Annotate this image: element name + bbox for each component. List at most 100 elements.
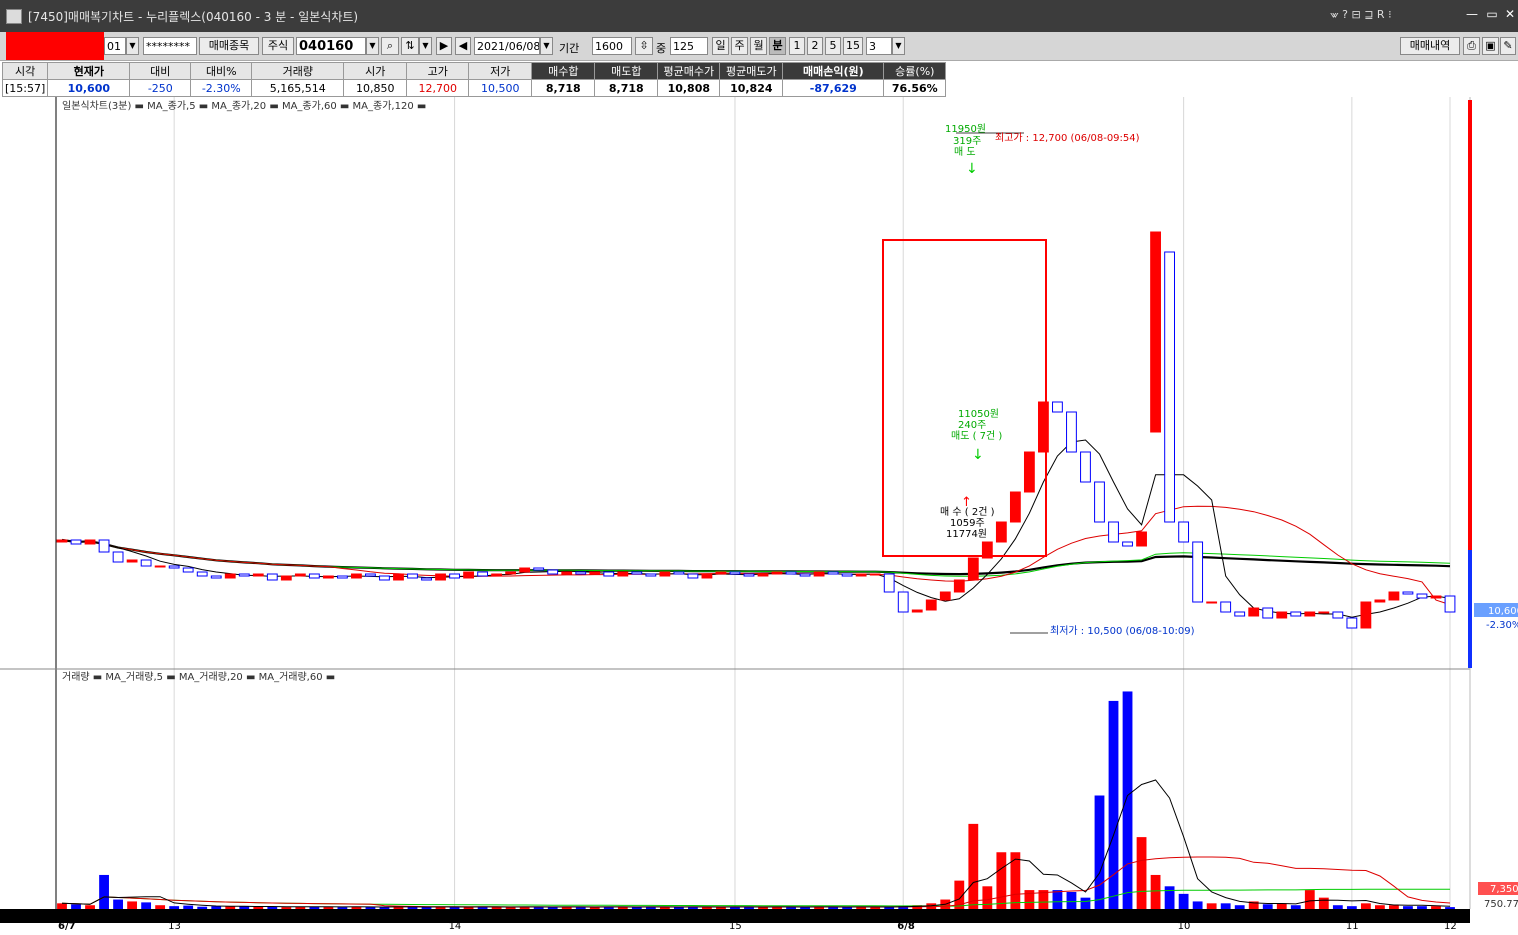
- candle-body: [701, 573, 713, 579]
- password-field[interactable]: ********: [143, 37, 197, 55]
- account-field[interactable]: 01: [104, 37, 126, 55]
- volume-bar: [1094, 795, 1105, 909]
- quote-open: 10,850: [343, 79, 408, 97]
- volume-bar: [281, 907, 292, 909]
- quote-change-pct: -2.30%: [190, 79, 253, 97]
- volume-bar: [968, 823, 979, 909]
- candle-body: [869, 573, 881, 576]
- period-week-button[interactable]: 주: [731, 37, 748, 55]
- period-minute-button[interactable]: 분: [769, 37, 786, 55]
- print-icon[interactable]: ⎙: [1463, 37, 1480, 55]
- close-button[interactable]: ✕: [1500, 4, 1518, 24]
- x-axis-label: 12: [1444, 921, 1457, 932]
- candle-body: [687, 573, 699, 579]
- date-input[interactable]: 2021/06/08: [474, 37, 540, 55]
- period-spin-icon[interactable]: ⇳: [635, 37, 653, 55]
- trade-items-button[interactable]: 매매종목: [199, 37, 259, 55]
- volume-bar: [1122, 691, 1133, 909]
- volume-bar: [1417, 906, 1427, 909]
- period-input[interactable]: 1600: [592, 37, 632, 55]
- candle-body: [365, 573, 376, 577]
- quote-header: 승률(%): [883, 62, 947, 80]
- volume-bar: [253, 906, 264, 909]
- candle-body: [813, 571, 825, 577]
- x-axis-label: 13: [168, 921, 181, 932]
- minimize-button[interactable]: —: [1462, 4, 1482, 24]
- x-axis-label: 11: [1346, 921, 1359, 932]
- volume-ma-tag: 750.77: [1484, 899, 1518, 910]
- code-dropdown-icon[interactable]: ▼: [366, 37, 379, 55]
- candle-body: [883, 573, 895, 593]
- candle-body: [154, 565, 166, 568]
- x-axis-label: 10: [1178, 921, 1191, 932]
- date-dropdown-icon[interactable]: ▼: [540, 37, 553, 55]
- quote-header: 평균매수가: [657, 62, 721, 80]
- next-icon[interactable]: ▶: [436, 37, 452, 55]
- period-month-button[interactable]: 월: [750, 37, 767, 55]
- candle-body: [1108, 521, 1119, 543]
- settings-icon[interactable]: ✎: [1500, 37, 1516, 55]
- interval-15-button[interactable]: 15: [843, 37, 863, 55]
- volume-bar: [1192, 901, 1203, 909]
- volume-bar: [1080, 897, 1091, 909]
- trade-history-button[interactable]: 매매내역: [1400, 37, 1460, 55]
- volume-bar: [99, 874, 109, 909]
- candle-body: [1192, 541, 1204, 603]
- interval-dropdown-icon[interactable]: ▼: [892, 37, 905, 55]
- candle-body: [435, 573, 446, 581]
- app-icon: [6, 9, 22, 24]
- candle-body: [1080, 451, 1091, 483]
- title-tool-icons[interactable]: ⩖ ? ⊟ ⊒ R ⁝: [1330, 8, 1392, 22]
- candle-body: [252, 573, 264, 577]
- interval-2-button[interactable]: 2: [807, 37, 823, 55]
- redacted-account: [6, 32, 104, 60]
- candle-body: [1360, 601, 1372, 629]
- volume-bar: [155, 905, 166, 909]
- volume-bar: [1262, 904, 1273, 909]
- candle-body: [631, 571, 643, 575]
- low-price-label: 최저가 : 10,500 (06/08-10:09): [1050, 625, 1195, 637]
- candle-body: [280, 575, 292, 581]
- maximize-button[interactable]: ▭: [1482, 4, 1502, 24]
- candle-body: [70, 539, 82, 545]
- volume-bar: [1346, 906, 1357, 909]
- interval-5-button[interactable]: 5: [825, 37, 841, 55]
- volume-bar: [211, 906, 222, 909]
- x-axis-label: 6/8: [897, 921, 915, 932]
- candle-body: [1304, 611, 1316, 617]
- candle-body: [168, 565, 180, 569]
- volume-bar: [1164, 886, 1175, 909]
- volume-bar: [1374, 905, 1385, 909]
- volume-bar: [183, 905, 194, 909]
- x-axis-label: 6/7: [58, 921, 76, 932]
- prev-icon[interactable]: ◀: [455, 37, 471, 55]
- price-volume-chart[interactable]: 일본식차트(3분) ▬ MA_종가,5 ▬ MA_종가,20 ▬ MA_종가,6…: [0, 97, 1518, 935]
- candle-body: [1234, 611, 1246, 617]
- candle-body: [1009, 491, 1021, 523]
- period-day-button[interactable]: 일: [712, 37, 729, 55]
- code-input[interactable]: 040160: [296, 37, 366, 55]
- search-icon[interactable]: ⌕: [381, 37, 399, 55]
- market-button[interactable]: 주식: [262, 37, 294, 55]
- candle-body: [308, 573, 320, 579]
- volume-bar: [225, 906, 236, 909]
- candle-body: [322, 575, 334, 579]
- sort-dropdown-icon[interactable]: ▼: [419, 37, 432, 55]
- candle-body: [238, 573, 250, 577]
- candle-body: [1346, 617, 1358, 629]
- candle-body: [1052, 401, 1063, 413]
- account-dropdown-icon[interactable]: ▼: [126, 37, 139, 55]
- interval-1-button[interactable]: 1: [789, 37, 805, 55]
- interval-input[interactable]: 3: [866, 37, 892, 55]
- candle-body: [967, 557, 979, 581]
- sort-icon[interactable]: ⇅: [401, 37, 419, 55]
- candle-body: [1262, 607, 1274, 619]
- sell2-label: 매도 ( 7건 ): [951, 430, 1002, 442]
- candle-body: [617, 571, 629, 577]
- save-icon[interactable]: ▣: [1482, 37, 1499, 55]
- quote-header: 평균매도가: [719, 62, 784, 80]
- volume-bar: [1332, 905, 1343, 909]
- mid-input[interactable]: 125: [670, 37, 708, 55]
- toolbar: 01 ▼ ******** 매매종목 주식 040160 ▼ ⌕ ⇅ ▼ ▶ ◀…: [0, 32, 1518, 61]
- quote-time: [15:57]: [1, 79, 49, 97]
